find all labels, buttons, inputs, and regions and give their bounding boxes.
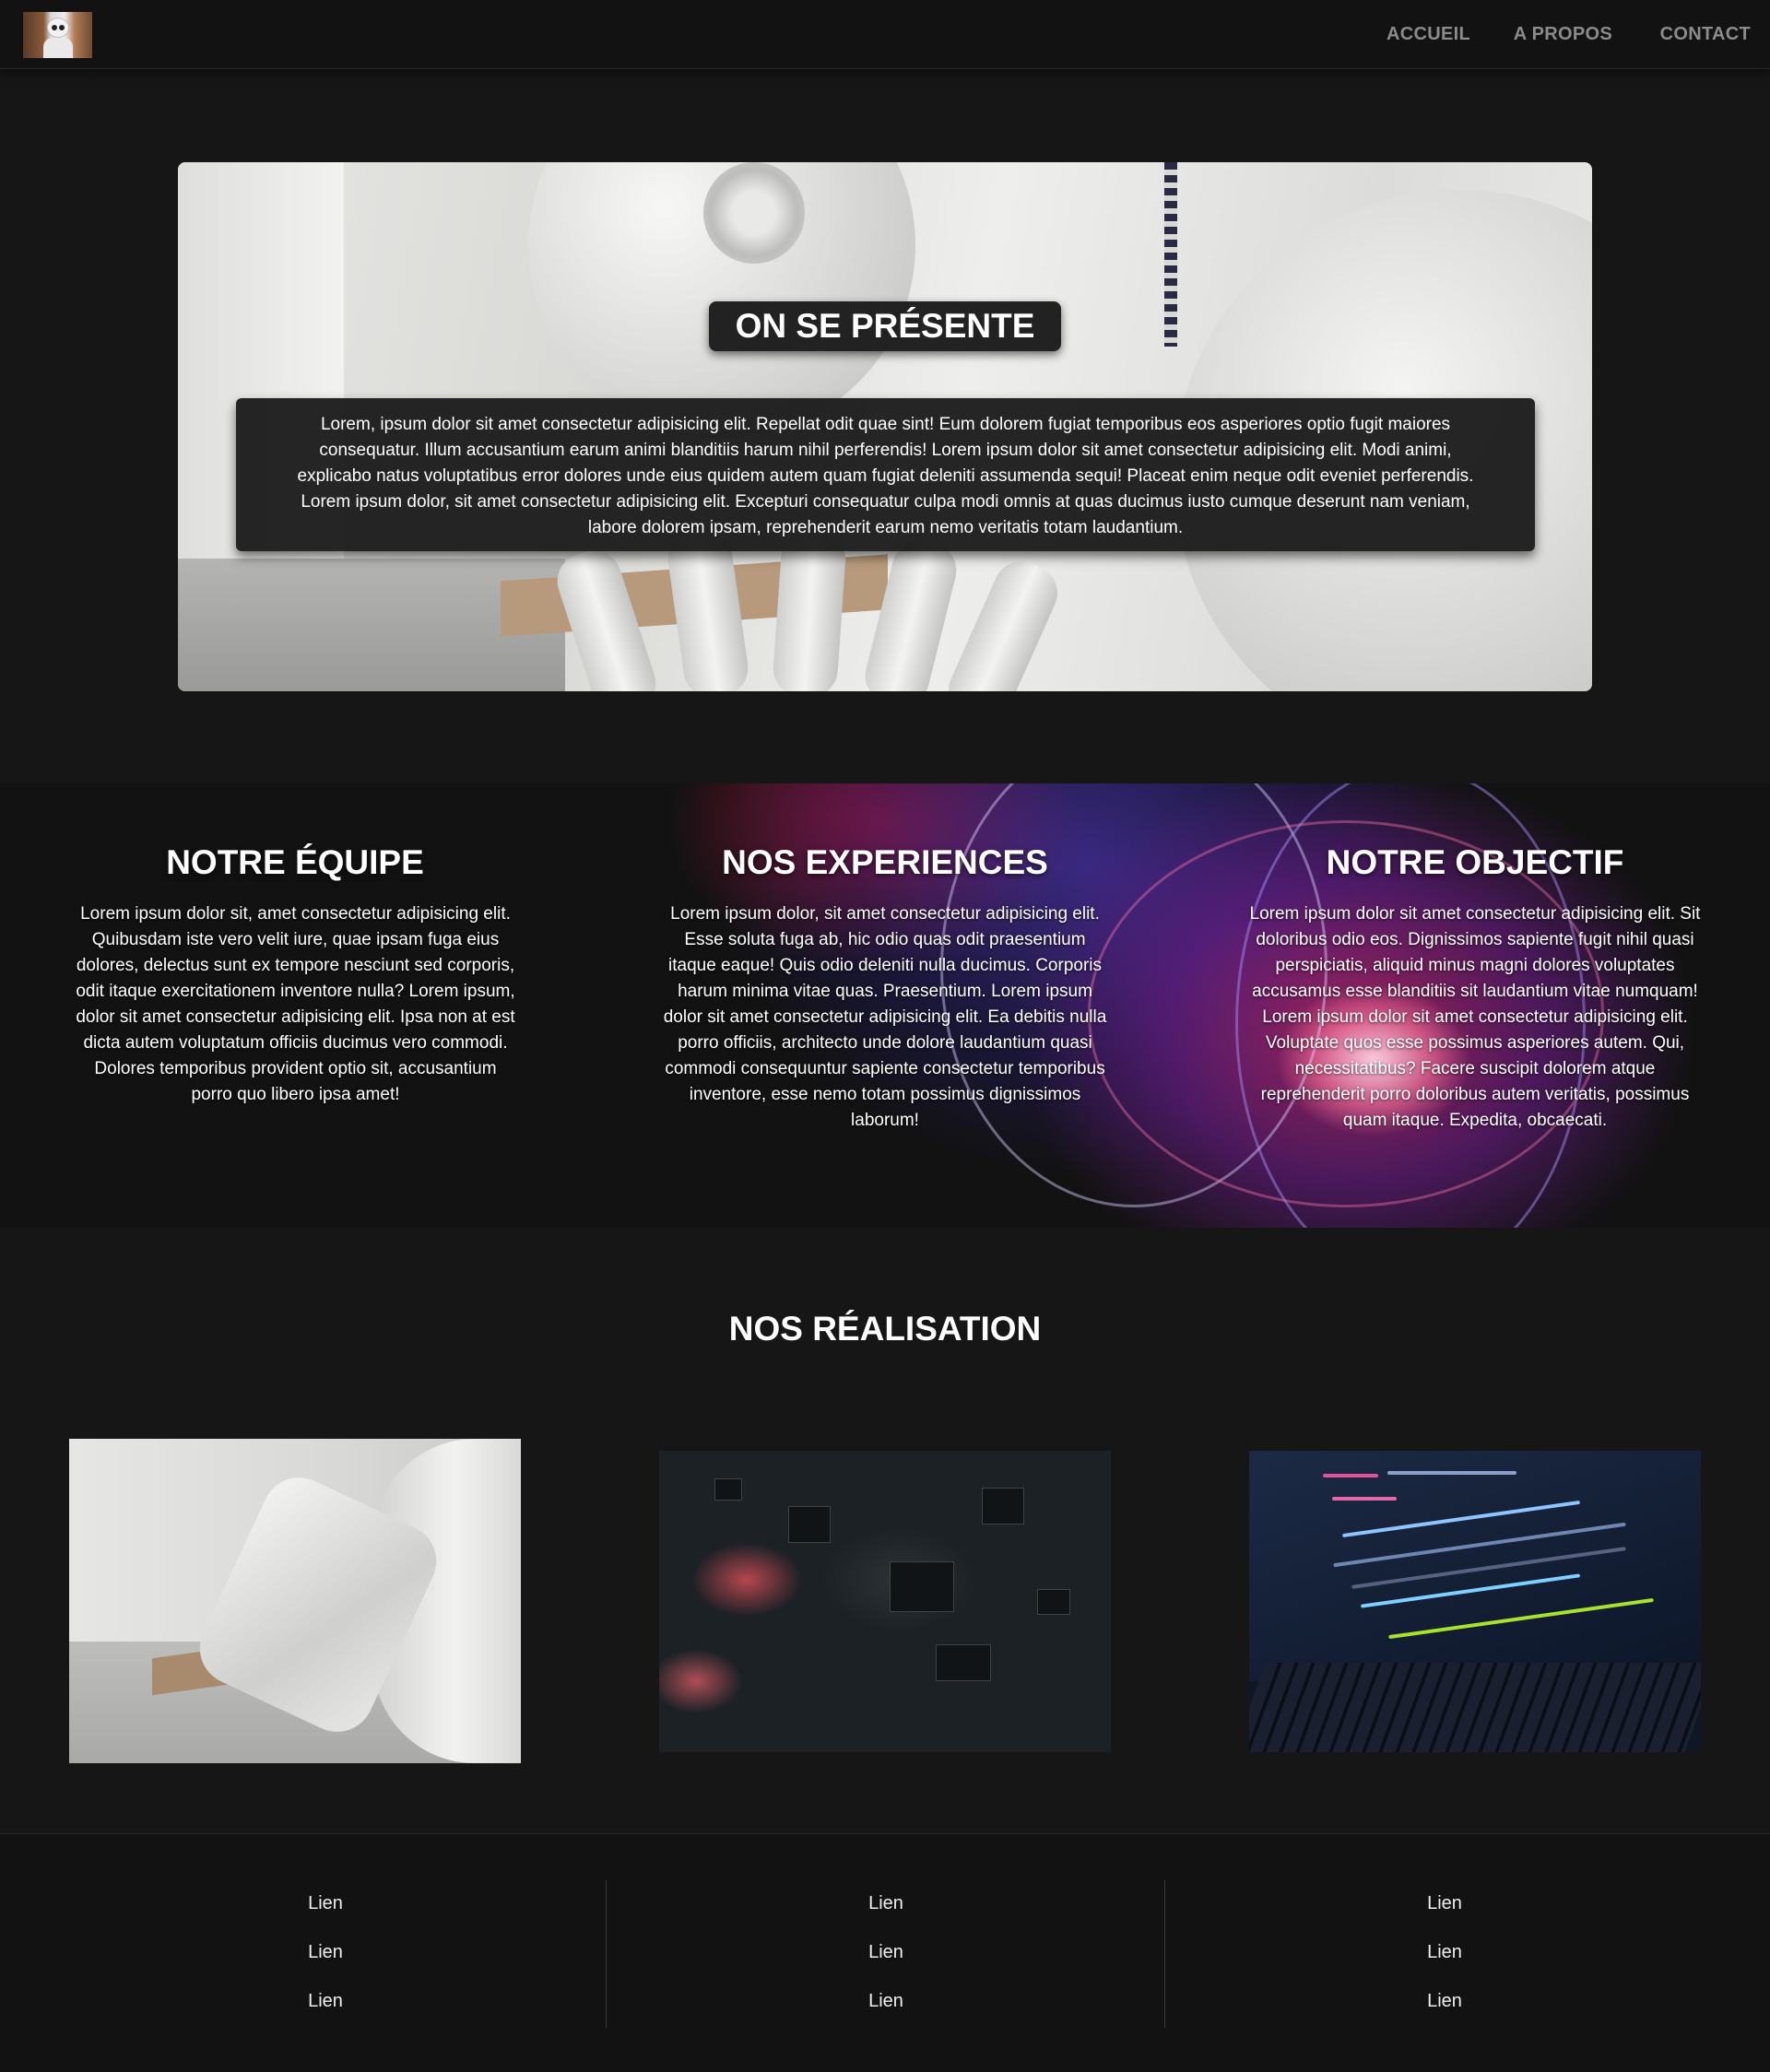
feature-title: NOTRE OBJECTIF bbox=[1326, 843, 1624, 881]
footer-link[interactable]: Lien bbox=[607, 1942, 1165, 1963]
hero-robot-joint bbox=[703, 162, 805, 264]
features-section: NOTRE ÉQUIPE Lorem ipsum dolor sit, amet… bbox=[0, 783, 1770, 1228]
circuit-chip bbox=[890, 1561, 954, 1612]
feature-title: NOTRE ÉQUIPE bbox=[166, 843, 424, 881]
logo-robot-body bbox=[43, 38, 73, 58]
feature-text: Lorem ipsum dolor sit, amet consectetur … bbox=[76, 904, 515, 1104]
footer: Lien Lien Lien Lien Lien Lien Lien Lien … bbox=[0, 1833, 1770, 2072]
hero-robot-cable bbox=[1164, 162, 1177, 347]
hero-robot-finger bbox=[664, 527, 752, 691]
footer-link[interactable]: Lien bbox=[46, 1991, 605, 2012]
circuit-chip bbox=[714, 1478, 742, 1501]
hero-robot-finger bbox=[771, 528, 848, 691]
realisation-image-robot-hand[interactable] bbox=[69, 1439, 521, 1763]
footer-column-3: Lien Lien Lien bbox=[1164, 1880, 1723, 2028]
laptop-keyboard bbox=[1249, 1663, 1701, 1752]
footer-column-2: Lien Lien Lien bbox=[606, 1880, 1164, 2028]
feature-text: Lorem ipsum dolor sit amet consectetur a… bbox=[1249, 904, 1701, 1130]
nav-link-a-propos[interactable]: A PROPOS bbox=[1514, 0, 1612, 69]
hero-description: Lorem, ipsum dolor sit amet consectetur … bbox=[236, 398, 1535, 551]
top-navbar: ACCUEIL A PROPOS CONTACT bbox=[0, 0, 1770, 69]
feature-text: Lorem ipsum dolor, sit amet consectetur … bbox=[663, 904, 1107, 1130]
footer-link[interactable]: Lien bbox=[46, 1893, 605, 1914]
footer-link[interactable]: Lien bbox=[607, 1991, 1165, 2012]
footer-link[interactable]: Lien bbox=[1165, 1991, 1724, 2012]
nav-link-contact[interactable]: CONTACT bbox=[1660, 0, 1751, 69]
circuit-chip bbox=[936, 1644, 991, 1681]
footer-link[interactable]: Lien bbox=[46, 1942, 605, 1963]
circuit-chip bbox=[1037, 1589, 1070, 1615]
realisation-image-circuit-board[interactable] bbox=[659, 1451, 1111, 1752]
code-line bbox=[1323, 1474, 1378, 1477]
realisations-title: NOS RÉALISATION bbox=[728, 1310, 1042, 1348]
circuit-chip bbox=[982, 1488, 1024, 1525]
logo-robot-head bbox=[47, 18, 69, 38]
code-line bbox=[1332, 1497, 1397, 1501]
footer-link[interactable]: Lien bbox=[1165, 1893, 1724, 1914]
footer-column-1: Lien Lien Lien bbox=[46, 1880, 605, 2028]
feature-title: NOS EXPERIENCES bbox=[722, 843, 1048, 881]
circuit-chip bbox=[788, 1506, 831, 1543]
laptop-screen bbox=[1249, 1451, 1701, 1681]
footer-link[interactable]: Lien bbox=[1165, 1942, 1724, 1963]
code-line bbox=[1387, 1471, 1516, 1475]
robot-logo-icon[interactable] bbox=[23, 12, 92, 58]
realisation-image-laptop-code[interactable] bbox=[1249, 1451, 1701, 1752]
hero-robot-finger bbox=[939, 552, 1067, 691]
hero-title: ON SE PRÉSENTE bbox=[709, 301, 1061, 351]
footer-link[interactable]: Lien bbox=[607, 1893, 1165, 1914]
nav-link-accueil[interactable]: ACCUEIL bbox=[1386, 0, 1470, 69]
